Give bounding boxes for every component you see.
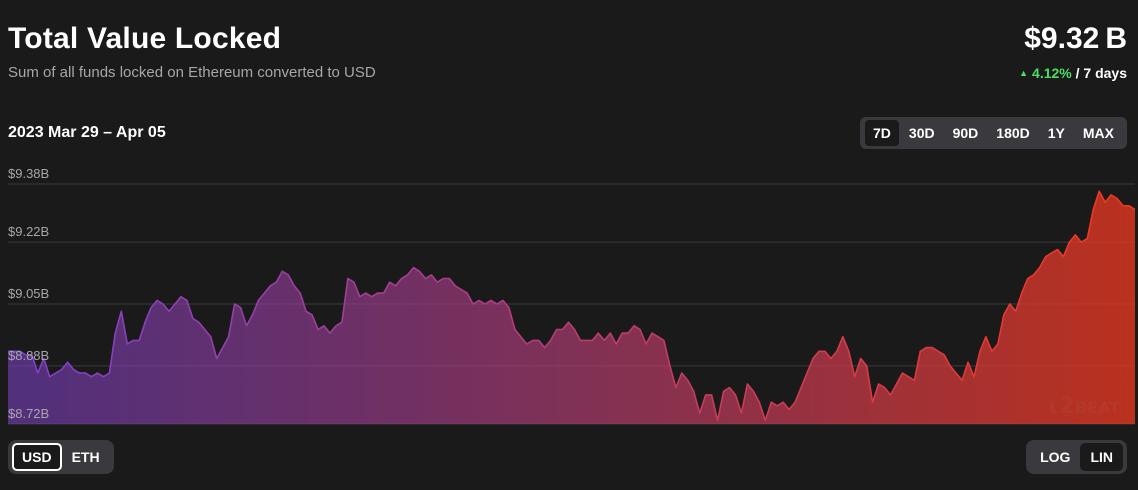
range-30d-button[interactable]: 30D [901, 120, 943, 146]
change-period: / 7 days [1071, 65, 1127, 81]
log-button[interactable]: LOG [1030, 443, 1080, 471]
change-percent: 4.12% [1032, 65, 1072, 81]
change-summary: ▲ 4.12% / 7 days [1019, 65, 1127, 81]
page-title: Total Value Locked [8, 22, 282, 55]
time-range-selector: 7D 30D 90D 180D 1Y MAX [860, 117, 1127, 149]
y-tick-label: $9.38B [8, 166, 49, 181]
range-7d-button[interactable]: 7D [865, 120, 899, 146]
tvl-area-fill [8, 191, 1135, 424]
scale-toggle: LOG LIN [1026, 440, 1127, 474]
lin-button[interactable]: LIN [1080, 443, 1123, 471]
usd-button[interactable]: USD [12, 443, 62, 471]
range-max-button[interactable]: MAX [1075, 120, 1122, 146]
y-tick-label: $9.05B [8, 286, 49, 301]
y-tick-label: $9.22B [8, 224, 49, 239]
range-1y-button[interactable]: 1Y [1040, 120, 1073, 146]
eth-button[interactable]: ETH [62, 443, 110, 471]
page-subtitle: Sum of all funds locked on Ethereum conv… [8, 64, 376, 81]
tvl-page: Total Value Locked Sum of all funds lock… [0, 0, 1138, 490]
l2beat-watermark: L2BEAT [1049, 394, 1120, 419]
range-90d-button[interactable]: 90D [945, 120, 987, 146]
tvl-chart[interactable]: $8.72B $8.88B $9.05B $9.22B $9.38B [0, 160, 1138, 435]
up-triangle-icon: ▲ [1019, 68, 1029, 78]
y-tick-label: $8.72B [8, 406, 49, 421]
date-range: 2023 Mar 29 – Apr 05 [8, 124, 166, 141]
tvl-chart-svg: $8.72B $8.88B $9.05B $9.22B $9.38B [8, 166, 1136, 425]
y-tick-label: $8.88B [8, 348, 49, 363]
total-value: $9.32 B [1024, 22, 1127, 55]
currency-toggle: USD ETH [8, 440, 114, 474]
range-180d-button[interactable]: 180D [988, 120, 1037, 146]
